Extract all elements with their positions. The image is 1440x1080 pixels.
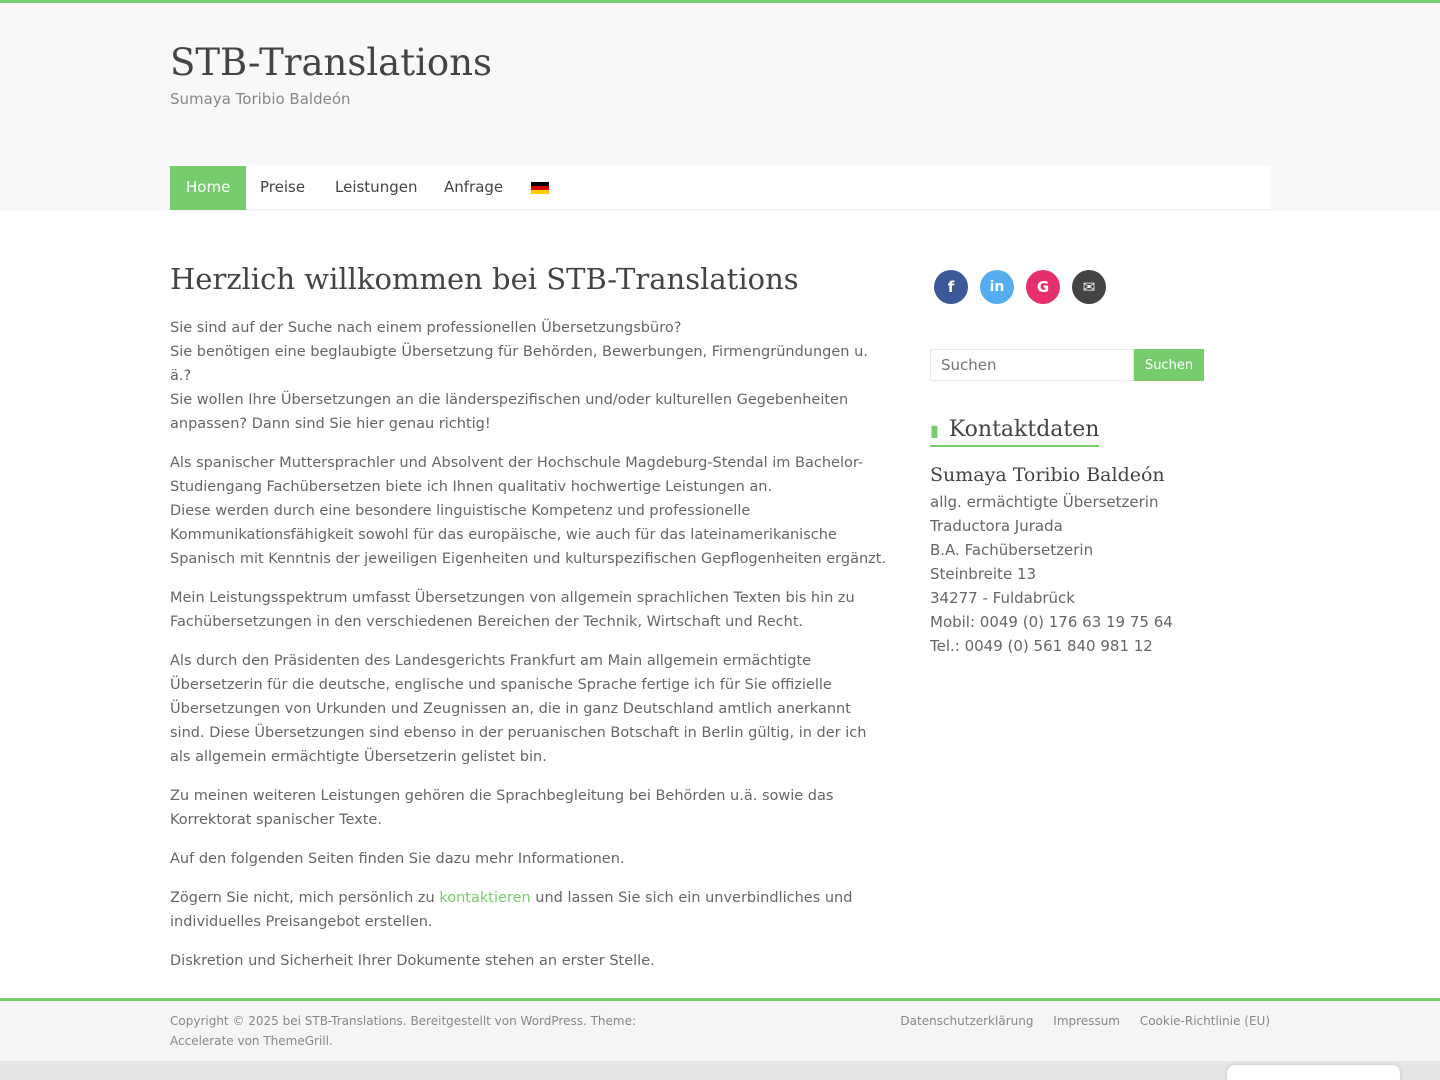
footer-link-datenschutz[interactable]: Datenschutzerklärung: [900, 1014, 1033, 1028]
qualification-paragraph: Als spanischer Muttersprachler und Absol…: [170, 455, 887, 567]
contact-line: B.A. Fachübersetzerin: [930, 541, 1094, 559]
contact-line: 34277 - Fuldabrück: [930, 589, 1075, 607]
discretion-paragraph: Diskretion und Sicherheit Ihrer Dokument…: [170, 953, 655, 969]
contact-link[interactable]: kontaktieren: [439, 890, 530, 906]
site-footer: Copyright © 2025 bei STB-Translations. B…: [0, 1001, 1440, 1061]
contact-line: Mobil: 0049 (0) 176 63 19 75 64: [930, 613, 1173, 631]
contact-line: Traductora Jurada: [930, 517, 1063, 535]
contact-details: allg. ermächtigte Übersetzerin Traductor…: [930, 490, 1173, 658]
tag-icon: ▮: [930, 421, 939, 440]
main-navigation: Home Preise Leistungen Anfrage: [170, 166, 1270, 210]
linkedin-icon[interactable]: in: [980, 270, 1014, 304]
footer-copyright: Copyright © 2025 bei STB-Translations. B…: [170, 1014, 637, 1048]
cookie-consent-tab[interactable]: [1227, 1065, 1400, 1080]
nav-item-home[interactable]: Home: [170, 166, 247, 210]
more-info-paragraph: Auf den folgenden Seiten finden Sie dazu…: [170, 851, 625, 867]
main-content: Herzlich willkommen bei STB-Translations…: [170, 260, 890, 988]
de-flag-icon[interactable]: [531, 182, 549, 194]
nav-item-anfrage[interactable]: Anfrage: [428, 166, 519, 210]
contact-widget-title: ▮ Kontaktdaten: [930, 417, 1100, 447]
footer-link-impressum[interactable]: Impressum: [1053, 1014, 1120, 1028]
certification-paragraph: Als durch den Präsidenten des Landesgeri…: [170, 653, 867, 765]
search-input[interactable]: [930, 349, 1134, 381]
further-services-paragraph: Zu meinen weiteren Leistungen gehören di…: [170, 788, 834, 828]
footer-links: Datenschutzerklärung Impressum Cookie-Ri…: [884, 1011, 1270, 1031]
nav-item-leistungen[interactable]: Leistungen: [319, 166, 433, 210]
contact-line: allg. ermächtigte Übersetzerin: [930, 493, 1159, 511]
facebook-icon[interactable]: f: [934, 270, 968, 304]
footer-link-cookie[interactable]: Cookie-Richtlinie (EU): [1140, 1014, 1270, 1028]
bottom-strip: [0, 1061, 1440, 1080]
contact-name: Sumaya Toribio Baldeón: [930, 464, 1165, 486]
site-tagline: Sumaya Toribio Baldeón: [170, 90, 351, 108]
nav-item-preise[interactable]: Preise: [244, 166, 321, 210]
intro-paragraph: Sie sind auf der Suche nach einem profes…: [170, 320, 868, 432]
email-icon[interactable]: ✉: [1072, 270, 1106, 304]
services-paragraph: Mein Leistungsspektrum umfasst Übersetzu…: [170, 590, 855, 630]
google-icon[interactable]: G: [1026, 270, 1060, 304]
contact-cta-paragraph: Zögern Sie nicht, mich persönlich zu kon…: [170, 890, 853, 930]
site-title[interactable]: STB-Translations: [170, 41, 492, 84]
page-title: Herzlich willkommen bei STB-Translations: [170, 262, 799, 296]
contact-line: Steinbreite 13: [930, 565, 1037, 583]
search-button[interactable]: Suchen: [1134, 349, 1204, 381]
contact-line: Tel.: 0049 (0) 561 840 981 12: [930, 637, 1153, 655]
